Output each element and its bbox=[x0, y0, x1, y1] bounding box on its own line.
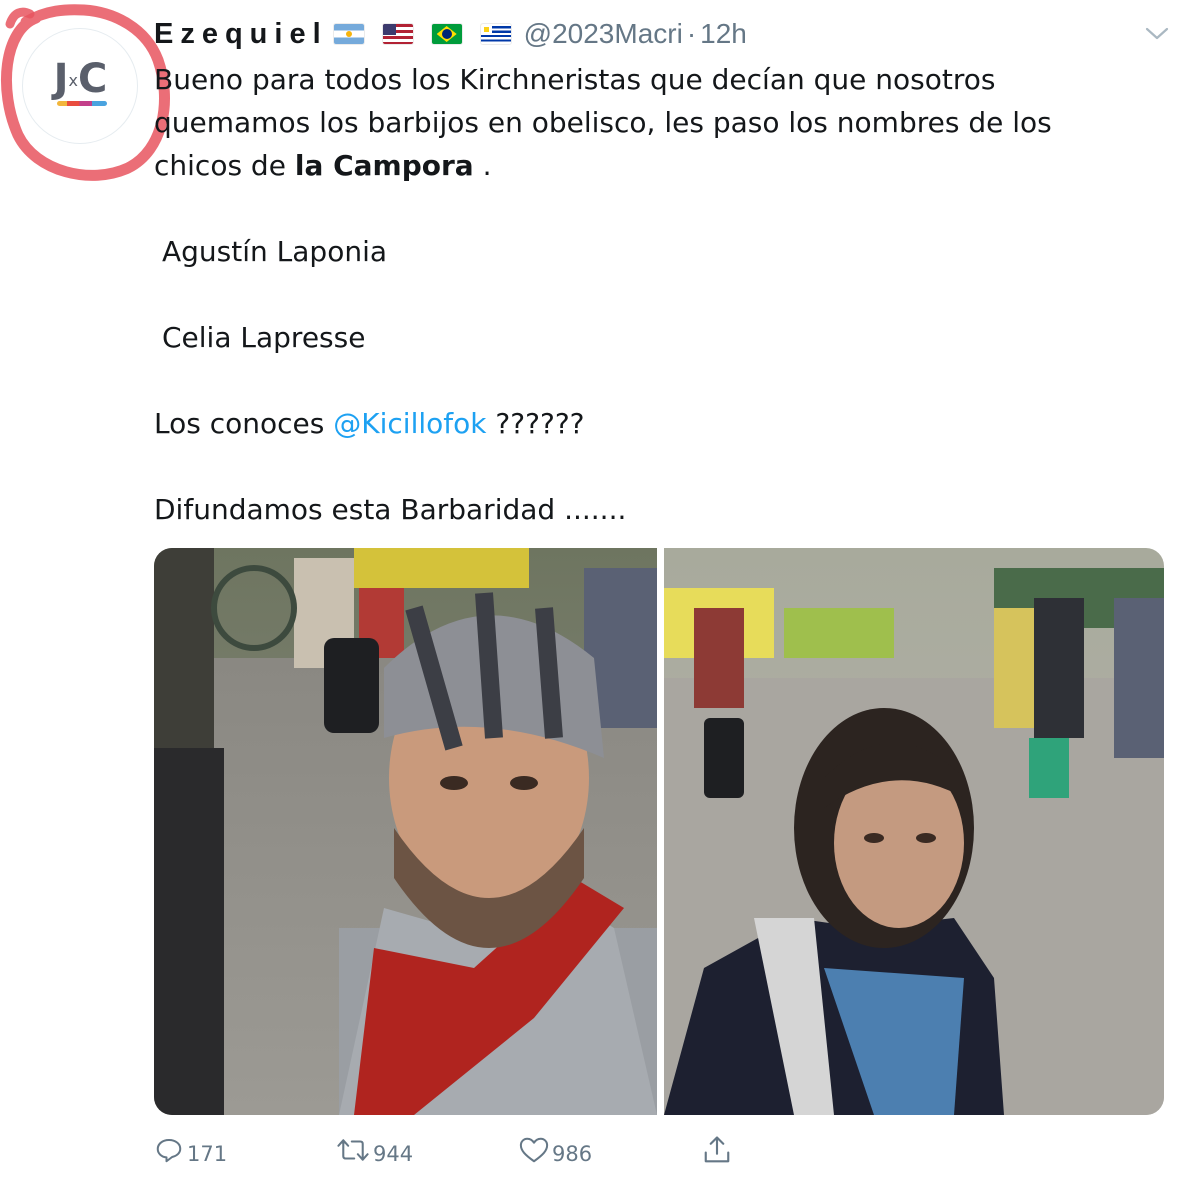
avatar-logo: JxC bbox=[23, 55, 137, 105]
tweet: JxC Ezequiel @2023Macri · 12h Bueno para… bbox=[0, 0, 1200, 1185]
tweet-media[interactable] bbox=[154, 548, 1164, 1115]
retweet-count: 944 bbox=[373, 1142, 414, 1166]
share-button[interactable] bbox=[702, 1128, 732, 1172]
tweet-text-fragment: chicos de bbox=[154, 149, 295, 182]
like-count: 986 bbox=[552, 1142, 593, 1166]
argentina-flag-icon bbox=[333, 24, 364, 44]
uruguay-flag-icon bbox=[480, 24, 511, 44]
photo-man[interactable] bbox=[154, 548, 657, 1115]
closing-line: Difundamos esta Barbaridad ....... bbox=[154, 493, 627, 526]
tweet-text-line: chicos de la Campora . bbox=[154, 144, 1164, 187]
bold-text: la Campora bbox=[294, 149, 474, 182]
avatar-logo-middle: x bbox=[68, 71, 79, 90]
timestamp[interactable]: 12h bbox=[700, 18, 747, 50]
tweet-text-fragment: ?????? bbox=[486, 407, 585, 440]
retweet-icon bbox=[337, 1139, 369, 1161]
question-line: Los conoces @Kicillofok ?????? bbox=[154, 402, 1164, 445]
flag-emojis bbox=[333, 24, 530, 44]
tweet-text-fragment: . bbox=[473, 149, 492, 182]
reply-count: 171 bbox=[187, 1142, 228, 1166]
like-button[interactable]: 986 bbox=[519, 1128, 592, 1172]
mention-link[interactable]: @Kicillofok bbox=[333, 407, 486, 440]
avatar-logo-right: C bbox=[78, 56, 107, 102]
display-name[interactable]: Ezequiel bbox=[154, 18, 328, 51]
brazil-flag-icon bbox=[431, 24, 462, 44]
usa-flag-icon bbox=[382, 24, 413, 44]
tweet-header: Ezequiel @2023Macri · 12h bbox=[154, 14, 747, 54]
avatar-logo-stripe bbox=[57, 101, 107, 106]
tweet-actions: 171 944 986 bbox=[154, 1128, 754, 1172]
chevron-down-icon[interactable] bbox=[1144, 24, 1170, 42]
share-icon bbox=[704, 1136, 730, 1163]
tweet-text-line: Bueno para todos los Kirchneristas que d… bbox=[154, 63, 996, 96]
tweet-text: Bueno para todos los Kirchneristas que d… bbox=[154, 58, 1164, 531]
name-line: Agustín Laponia bbox=[162, 235, 388, 268]
reply-button[interactable]: 171 bbox=[154, 1128, 227, 1172]
heart-icon bbox=[519, 1137, 549, 1163]
photo-woman[interactable] bbox=[664, 548, 1164, 1115]
reply-icon bbox=[156, 1139, 182, 1163]
separator-dot: · bbox=[686, 18, 697, 49]
avatar-logo-left: J bbox=[53, 56, 69, 102]
retweet-button[interactable]: 944 bbox=[336, 1128, 413, 1172]
tweet-text-fragment: Los conoces bbox=[154, 407, 334, 440]
user-handle[interactable]: @2023Macri bbox=[524, 18, 683, 50]
avatar[interactable]: JxC bbox=[22, 28, 138, 144]
name-line: Celia Lapresse bbox=[162, 321, 366, 354]
tweet-text-line: quemamos los barbijos en obelisco, les p… bbox=[154, 106, 1052, 139]
